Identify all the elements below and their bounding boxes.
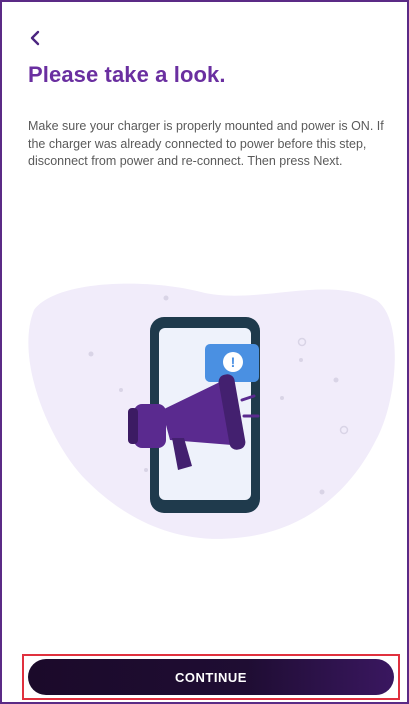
decor-dot <box>88 351 94 357</box>
back-button[interactable] <box>24 26 48 50</box>
decor-dot <box>163 295 169 301</box>
decor-dot <box>333 377 339 383</box>
alert-symbol: ! <box>231 354 236 370</box>
decor-dot <box>144 468 148 472</box>
phone-megaphone-alert-illustration: ! <box>28 283 395 539</box>
app-screen: Please take a look. Make sure your charg… <box>0 0 409 704</box>
chevron-left-icon <box>30 30 40 46</box>
decor-dot <box>319 489 325 495</box>
instruction-text: Make sure your charger is properly mount… <box>28 119 384 168</box>
continue-button[interactable]: CONTINUE <box>28 659 394 695</box>
decor-dot <box>119 388 123 392</box>
decor-dot <box>280 396 284 400</box>
decor-dot <box>299 358 303 362</box>
page-title: Please take a look. <box>28 62 226 87</box>
